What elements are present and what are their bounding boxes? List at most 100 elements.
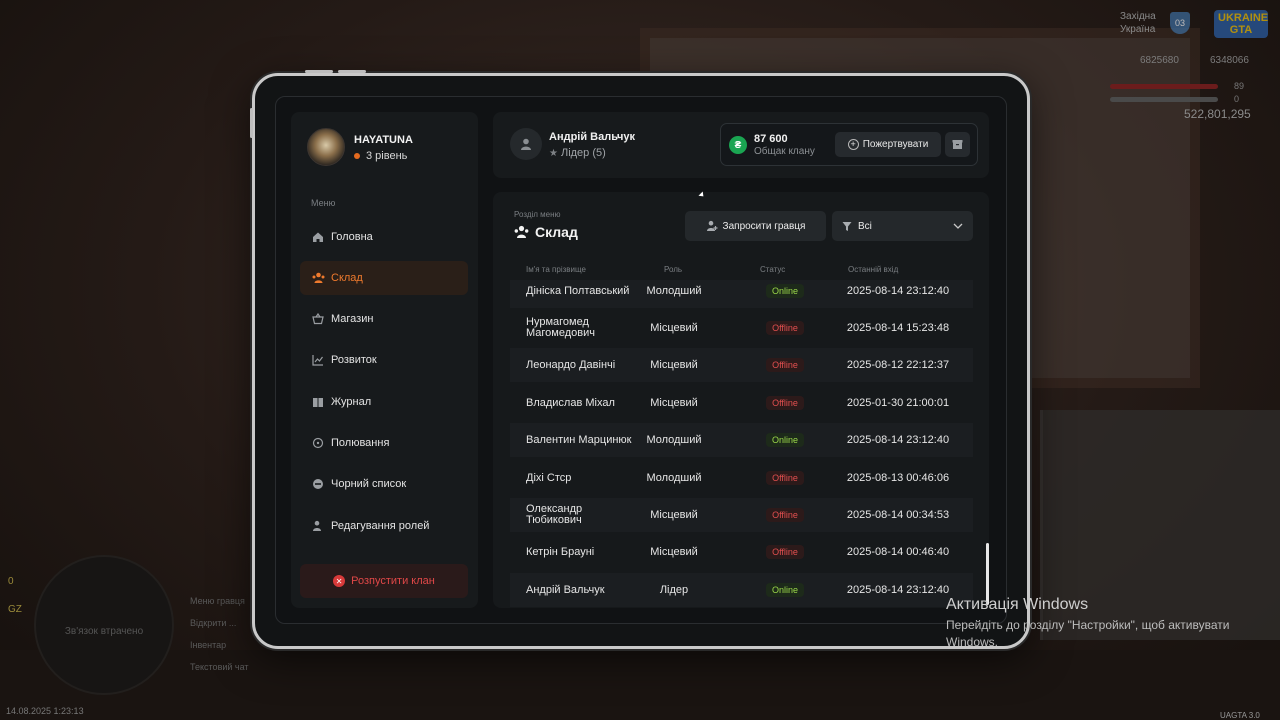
status-badge: Offline bbox=[766, 545, 804, 559]
table-row[interactable]: Олександр Тюбикович Місцевий Offline 202… bbox=[510, 498, 973, 532]
section-caption: Розділ меню bbox=[514, 210, 561, 219]
status-badge: Online bbox=[765, 284, 804, 298]
hud-datetime: 14.08.2025 1:23:13 bbox=[6, 706, 84, 716]
sidebar-item-warehouse[interactable]: Склад bbox=[300, 261, 468, 295]
disband-clan-button[interactable]: ✕ Розпустити клан bbox=[300, 564, 468, 598]
status-badge: Offline bbox=[766, 471, 804, 485]
activation-text: Перейдіть до розділу "Настройки", щоб ак… bbox=[946, 618, 1230, 649]
clan-level: 3 рівень bbox=[354, 150, 407, 162]
hud-hint: Текстовий чат bbox=[190, 662, 249, 672]
clan-level-text: 3 рівень bbox=[366, 150, 408, 162]
minimap-status: Зв'язок втрачено bbox=[64, 626, 144, 637]
balance-label: Общак клану bbox=[754, 146, 815, 157]
member-role: Місцевий bbox=[650, 322, 698, 334]
status-badge: Offline bbox=[766, 321, 804, 335]
basket-icon bbox=[311, 312, 325, 326]
health-bar bbox=[1110, 84, 1218, 89]
member-last-login: 2025-08-14 15:23:48 bbox=[846, 322, 950, 334]
box-icon bbox=[952, 140, 963, 149]
table-row[interactable]: Діхі Стср Молодший Offline 2025-08-13 00… bbox=[510, 461, 973, 495]
member-name: Андрій Вальчук bbox=[526, 583, 605, 596]
user-role: ★ Лідер (5) bbox=[549, 147, 606, 159]
member-last-login: 2025-08-13 00:46:06 bbox=[846, 472, 950, 484]
sidebar-item-label: Магазин bbox=[331, 313, 374, 325]
invite-player-button[interactable]: Запросити гравця bbox=[685, 211, 826, 241]
column-header-last-login: Останній вхід bbox=[848, 265, 899, 274]
filter-value: Всі bbox=[858, 220, 872, 232]
table-row[interactable]: Леонардо Давінчі Місцевий Offline 2025-0… bbox=[510, 348, 973, 382]
server-logo: UKRAINE GTA bbox=[1214, 10, 1268, 38]
coin-icon: ₴ bbox=[729, 136, 747, 154]
hud-region-line2: Україна bbox=[1120, 24, 1156, 35]
hud-menu-hints: Меню гравця Відкрити ... Інвентар Тексто… bbox=[190, 590, 249, 678]
users-icon bbox=[311, 271, 325, 285]
tablet-button bbox=[338, 70, 366, 73]
close-icon: ✕ bbox=[333, 575, 346, 587]
tablet-side-button bbox=[250, 108, 253, 138]
status-badge: Online bbox=[765, 433, 804, 447]
target-icon bbox=[311, 436, 325, 450]
book-icon bbox=[311, 395, 325, 409]
hud-left-icon-0: 0 bbox=[8, 576, 14, 587]
member-name: Владислав Міхал bbox=[526, 396, 615, 409]
member-last-login: 2025-01-30 21:00:01 bbox=[846, 397, 950, 409]
table-row[interactable]: Кетрін Брауні Місцевий Offline 2025-08-1… bbox=[510, 535, 973, 569]
hud-hint: Меню гравця bbox=[190, 596, 245, 606]
table-row[interactable]: Нурмагомед Магомедович Місцевий Offline … bbox=[510, 311, 973, 345]
hud-version: UAGTA 3.0 bbox=[1220, 711, 1260, 720]
table-row[interactable]: Владислав Міхал Місцевий Offline 2025-01… bbox=[510, 386, 973, 420]
disband-clan-label: Розпустити клан bbox=[351, 575, 435, 587]
sidebar-item-hunting[interactable]: Полювання bbox=[300, 426, 468, 460]
members-table[interactable]: Дініска Полтавський Молодший Online 2025… bbox=[510, 280, 973, 608]
level-dot-icon bbox=[354, 153, 360, 160]
sidebar-item-label: Редагування ролей bbox=[331, 520, 430, 532]
balance-value: 87 600 bbox=[754, 133, 788, 145]
table-row[interactable]: Дініска Полтавський Молодший Online 2025… bbox=[510, 280, 973, 308]
sidebar-item-development[interactable]: Розвиток bbox=[300, 343, 468, 377]
table-row[interactable]: Валентин Марцинюк Молодший Online 2025-0… bbox=[510, 423, 973, 457]
status-badge: Offline bbox=[766, 358, 804, 372]
health-value: 89 bbox=[1234, 81, 1245, 91]
donate-button[interactable]: + Пожертвувати bbox=[835, 132, 941, 157]
tablet-button bbox=[305, 70, 333, 73]
server-logo-line2: GTA bbox=[1229, 24, 1253, 36]
minimap bbox=[34, 555, 174, 695]
sidebar-item-home[interactable]: Головна bbox=[300, 220, 468, 254]
donate-label: Пожертвувати bbox=[862, 139, 929, 150]
hud-money-left: 6825680 bbox=[1140, 55, 1179, 66]
menu-caption: Меню bbox=[311, 198, 336, 208]
table-row[interactable]: Андрій Вальчук Лідер Online 2025-08-14 2… bbox=[510, 573, 973, 607]
hud-money-right: 6348066 bbox=[1210, 55, 1249, 66]
sidebar-item-shop[interactable]: Магазин bbox=[300, 302, 468, 336]
sidebar-item-edit-roles[interactable]: Редагування ролей bbox=[300, 509, 468, 543]
user-edit-icon bbox=[311, 519, 325, 533]
sidebar-item-label: Журнал bbox=[331, 396, 372, 408]
plus-icon: + bbox=[847, 139, 859, 150]
armor-bar bbox=[1110, 97, 1218, 102]
invite-player-label: Запросити гравця bbox=[722, 220, 806, 232]
member-role: Місцевий bbox=[650, 359, 698, 371]
member-last-login: 2025-08-14 00:34:53 bbox=[846, 509, 950, 521]
home-icon bbox=[311, 230, 325, 244]
section-title: Склад bbox=[514, 224, 578, 240]
hud-hint: Інвентар bbox=[190, 640, 227, 650]
member-role: Лідер bbox=[659, 584, 689, 596]
storage-button[interactable] bbox=[945, 132, 970, 157]
user-name: Андрій Вальчук bbox=[549, 131, 636, 143]
member-last-login: 2025-08-14 23:12:40 bbox=[846, 434, 950, 446]
sidebar-item-label: Полювання bbox=[331, 437, 390, 449]
sidebar-item-journal[interactable]: Журнал bbox=[300, 385, 468, 419]
users-icon bbox=[514, 225, 529, 239]
role-filter-select[interactable]: Всі bbox=[832, 211, 973, 241]
member-name: Нурмагомед Магомедович bbox=[526, 316, 595, 339]
hud-cash: 522,801,295 bbox=[1184, 107, 1251, 121]
clan-name: HAYATUNA bbox=[354, 134, 413, 146]
sidebar-item-label: Склад bbox=[331, 272, 363, 284]
user-avatar bbox=[510, 128, 542, 160]
member-role: Місцевий bbox=[650, 546, 698, 558]
sidebar-item-label: Головна bbox=[331, 231, 373, 243]
member-last-login: 2025-08-14 00:46:40 bbox=[846, 546, 950, 558]
hud-hint: Відкрити ... bbox=[190, 618, 237, 628]
clan-avatar bbox=[307, 128, 345, 166]
sidebar-item-blacklist[interactable]: Чорний список bbox=[300, 467, 468, 501]
